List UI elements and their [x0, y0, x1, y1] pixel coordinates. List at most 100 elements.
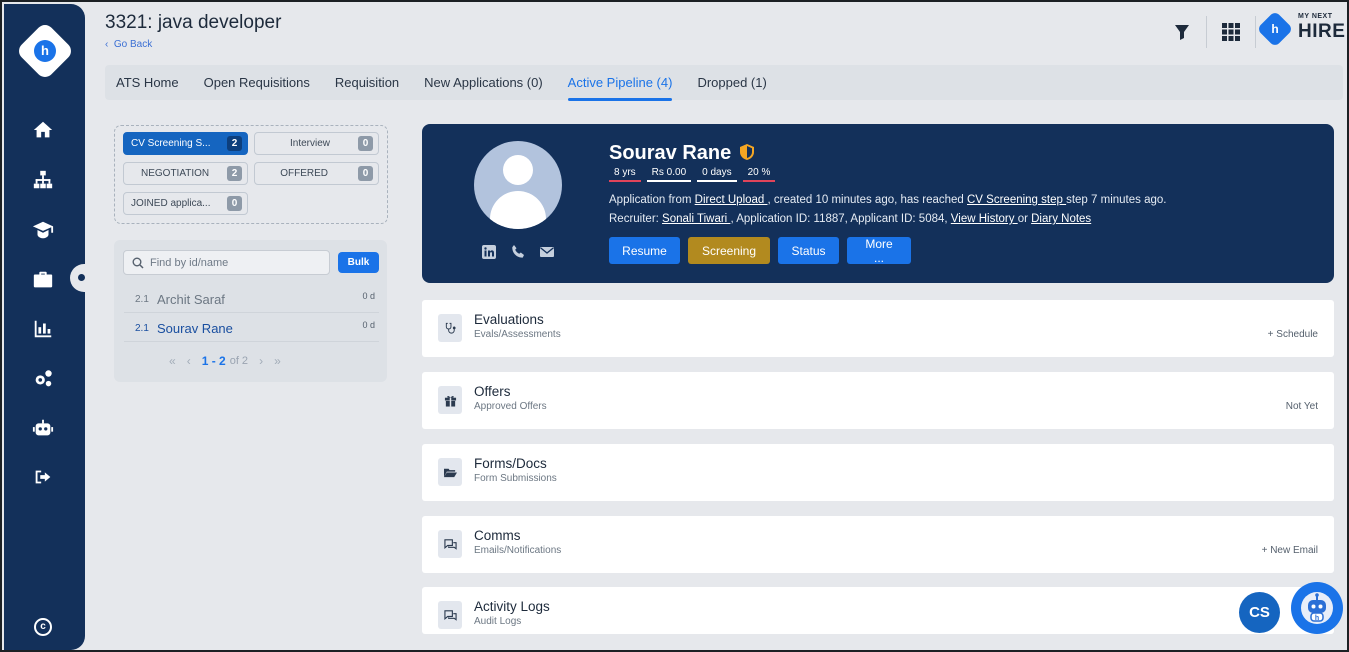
- schedule-link[interactable]: + Schedule: [1268, 329, 1318, 340]
- page-total: of 2: [229, 355, 249, 367]
- phone-icon[interactable]: [510, 244, 526, 260]
- section-evaluations[interactable]: Evaluations Evals/Assessments + Schedule: [422, 300, 1334, 357]
- section-title: Offers: [474, 384, 511, 399]
- summary-text: , created 10 minutes ago, has reached: [767, 194, 967, 206]
- go-back-label: Go Back: [113, 39, 153, 50]
- list-item[interactable]: 2.1 Sourav Rane 0 d: [124, 315, 379, 342]
- tab-ats-home[interactable]: ATS Home: [116, 71, 179, 94]
- diary-notes-link[interactable]: Diary Notes: [1031, 213, 1091, 225]
- section-comms[interactable]: Comms Emails/Notifications + New Email: [422, 516, 1334, 573]
- bulk-button[interactable]: Bulk: [338, 252, 379, 273]
- shield-icon: [740, 144, 754, 160]
- candidate-number: 2.1: [135, 293, 149, 305]
- list-item[interactable]: 2.1 Archit Saraf 0 d: [124, 286, 379, 313]
- stage-label: CV Screening S...: [131, 138, 211, 149]
- divider: [1255, 16, 1256, 48]
- details-text: , Application ID: 11887, Applicant ID: 5…: [730, 213, 951, 225]
- candidate-age: 0 d: [362, 320, 375, 330]
- apps-grid-icon[interactable]: [1219, 19, 1243, 45]
- first-page-icon[interactable]: «: [169, 354, 176, 368]
- more-button[interactable]: More ...: [847, 237, 911, 265]
- stethoscope-icon: [438, 314, 462, 342]
- details-text: Recruiter:: [609, 213, 663, 225]
- brand-small-text: MY NEXT: [1298, 13, 1333, 20]
- candidate-stats: 8 yrs Rs 0.00 0 days 20 %: [609, 166, 776, 182]
- contact-icons: [481, 244, 555, 260]
- org-chart-icon[interactable]: [30, 167, 56, 193]
- stage-count: 0: [358, 136, 373, 151]
- gears-icon[interactable]: [30, 366, 56, 392]
- linkedin-icon[interactable]: [481, 244, 497, 260]
- stage-offered[interactable]: OFFERED 0: [254, 162, 379, 185]
- section-subtitle: Audit Logs: [474, 616, 522, 627]
- screening-button[interactable]: Screening: [688, 237, 770, 264]
- brand-big-text: HIRE: [1298, 21, 1346, 42]
- brand-logo[interactable]: h MY NEXT HIRE: [1256, 10, 1346, 48]
- stage-cv-screening[interactable]: CV Screening S... 2: [123, 132, 248, 155]
- stage-link[interactable]: CV Screening step: [967, 194, 1066, 206]
- logout-icon[interactable]: [30, 464, 56, 490]
- sidebar: h c: [4, 4, 92, 650]
- page-title: 3321: java developer: [105, 12, 282, 33]
- tab-requisition[interactable]: Requisition: [335, 71, 399, 94]
- email-icon[interactable]: [539, 244, 555, 260]
- robot-icon[interactable]: [30, 415, 56, 441]
- notice-chip: 0 days: [697, 166, 737, 182]
- search-input[interactable]: [150, 256, 320, 269]
- filter-icon[interactable]: [1170, 19, 1194, 45]
- section-offers[interactable]: Offers Approved Offers Not Yet: [422, 372, 1334, 429]
- chatbot-button[interactable]: h: [1291, 582, 1343, 634]
- candidate-name: Archit Saraf: [157, 291, 225, 307]
- source-link[interactable]: Direct Upload: [695, 194, 768, 206]
- section-activity-logs[interactable]: Activity Logs Audit Logs: [422, 587, 1334, 634]
- status-button[interactable]: Status: [778, 237, 839, 264]
- section-forms-docs[interactable]: Forms/Docs Form Submissions: [422, 444, 1334, 501]
- application-details: Recruiter: Sonali Tiwari , Application I…: [609, 213, 1091, 225]
- user-avatar-button[interactable]: CS: [1239, 592, 1280, 633]
- chat-icon: [438, 601, 462, 629]
- recruiter-link[interactable]: Sonali Tiwari: [662, 213, 730, 225]
- next-page-icon[interactable]: ›: [259, 354, 263, 368]
- resume-button[interactable]: Resume: [609, 237, 680, 264]
- logo-mark: h: [34, 40, 56, 62]
- candidate-number: 2.1: [135, 322, 149, 334]
- stage-negotiation[interactable]: NEGOTIATION 2: [123, 162, 248, 185]
- graduate-icon[interactable]: [30, 217, 56, 243]
- stage-filter-group: CV Screening S... 2 Interview 0 NEGOTIAT…: [114, 125, 388, 224]
- stage-count: 2: [227, 136, 242, 151]
- candidate-name: Sourav Rane: [157, 320, 233, 336]
- svg-text:h: h: [1315, 615, 1319, 622]
- profile-actions: Resume Screening Status More ...: [609, 237, 911, 265]
- candidate-list-panel: Bulk 2.1 Archit Saraf 0 d 2.1 Sourav Ran…: [114, 240, 387, 382]
- header-tools: [1170, 16, 1268, 48]
- home-icon[interactable]: [30, 117, 56, 143]
- offer-status: Not Yet: [1285, 401, 1318, 412]
- app-frame: h c 3321: java developer ‹ Go Back h MY …: [0, 0, 1349, 652]
- briefcase-icon[interactable]: [30, 267, 56, 293]
- tab-new-applications[interactable]: New Applications (0): [424, 71, 543, 94]
- section-subtitle: Emails/Notifications: [474, 545, 562, 556]
- new-email-link[interactable]: + New Email: [1262, 545, 1318, 556]
- match-chip: 20 %: [742, 166, 776, 182]
- tab-open-requisitions[interactable]: Open Requisitions: [204, 71, 310, 94]
- tab-active-pipeline[interactable]: Active Pipeline (4): [567, 71, 672, 101]
- prev-page-icon[interactable]: ‹: [187, 354, 191, 368]
- pagination: « ‹ 1 - 2 of 2 › »: [169, 354, 292, 368]
- tab-dropped[interactable]: Dropped (1): [697, 71, 766, 94]
- application-summary: Application from Direct Upload , created…: [609, 194, 1166, 206]
- stage-label: Interview: [289, 138, 330, 149]
- go-back-link[interactable]: ‹ Go Back: [105, 39, 152, 50]
- search-box: [123, 250, 330, 275]
- gift-icon: [438, 386, 462, 414]
- robot-icon: h: [1301, 592, 1333, 624]
- stage-interview[interactable]: Interview 0: [254, 132, 379, 155]
- stage-label: OFFERED: [280, 168, 328, 179]
- experience-chip: 8 yrs: [609, 166, 641, 182]
- app-logo[interactable]: h: [15, 21, 75, 81]
- bar-chart-icon[interactable]: [30, 316, 56, 342]
- view-history-link[interactable]: View History: [951, 213, 1018, 225]
- stage-count: 2: [227, 166, 242, 181]
- stage-count: 0: [227, 196, 242, 211]
- last-page-icon[interactable]: »: [274, 354, 281, 368]
- stage-joined[interactable]: JOINED applica... 0: [123, 192, 248, 215]
